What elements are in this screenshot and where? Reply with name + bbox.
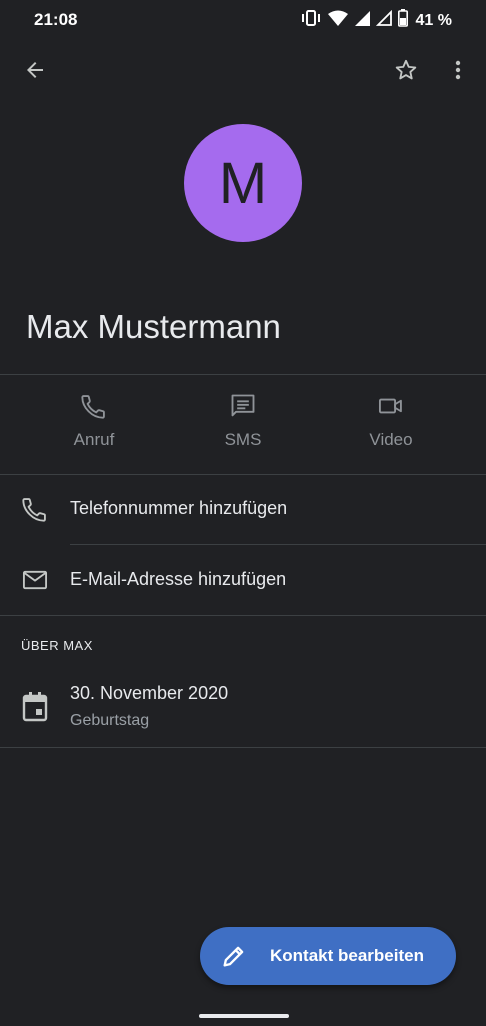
- add-email-row[interactable]: E-Mail-Adresse hinzufügen: [0, 545, 486, 615]
- gesture-nav-handle[interactable]: [199, 1014, 289, 1018]
- call-action-label: Anruf: [73, 430, 115, 449]
- divider: [0, 747, 486, 748]
- battery-icon: [397, 9, 408, 32]
- status-icons: 41 %: [300, 9, 452, 32]
- signal-icon: [354, 10, 370, 31]
- add-phone-label: Telefonnummer hinzufügen: [70, 498, 288, 518]
- vibrate-icon: [300, 9, 322, 32]
- video-action-button[interactable]: Video: [331, 388, 451, 468]
- birthday-label: Geburtstag: [70, 712, 150, 729]
- email-icon: [20, 565, 50, 595]
- add-phone-row[interactable]: Telefonnummer hinzufügen: [0, 474, 486, 544]
- phone-icon: [80, 388, 108, 420]
- arrow-back-icon: [23, 58, 47, 87]
- message-icon: [229, 388, 257, 420]
- sms-action-label: SMS: [224, 430, 262, 449]
- favorite-button[interactable]: [386, 52, 426, 92]
- star-outline-icon: [393, 57, 419, 88]
- contact-name: Max Mustermann: [26, 308, 281, 345]
- birthday-date: 30. November 2020: [70, 683, 229, 703]
- add-email-label: E-Mail-Adresse hinzufügen: [70, 569, 287, 589]
- quick-actions: Anruf SMS Video: [0, 388, 486, 468]
- more-vert-icon: [454, 58, 462, 87]
- contact-avatar: M: [184, 124, 302, 242]
- app-bar: [0, 48, 486, 96]
- wifi-icon: [327, 10, 348, 32]
- phone-icon: [20, 494, 50, 524]
- sms-action-button[interactable]: SMS: [183, 388, 303, 468]
- avatar-initial: M: [218, 150, 268, 216]
- divider: [0, 615, 486, 616]
- battery-percent: 41 %: [415, 11, 452, 29]
- signal-icon: [375, 9, 392, 31]
- contact-detail-screen: 21:08 41 % M Max Mustermann Anruf SMS Vi…: [0, 0, 486, 1026]
- call-action-button[interactable]: Anruf: [34, 388, 154, 468]
- edit-contact-label: Kontakt bearbeiten: [270, 946, 424, 965]
- edit-icon: [220, 942, 248, 970]
- back-button[interactable]: [15, 52, 55, 92]
- about-section-header: ÜBER MAX: [21, 638, 93, 653]
- status-time: 21:08: [34, 10, 78, 29]
- calendar-event-icon: [20, 690, 50, 724]
- edit-contact-button[interactable]: Kontakt bearbeiten: [200, 927, 456, 985]
- videocam-icon: [377, 388, 405, 420]
- video-action-label: Video: [369, 430, 413, 449]
- divider: [0, 374, 486, 375]
- status-bar: 21:08 41 %: [0, 0, 486, 40]
- more-options-button[interactable]: [438, 52, 478, 92]
